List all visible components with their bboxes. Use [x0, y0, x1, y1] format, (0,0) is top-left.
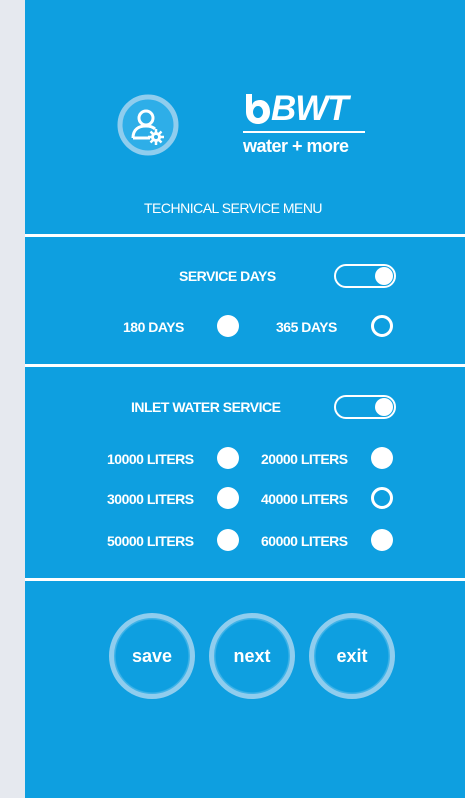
radio-50000-liters[interactable] — [217, 529, 239, 551]
service-panel: BWT water + more TECHNICAL SERVICE MENU … — [25, 0, 465, 798]
logo-tagline: water + more — [243, 136, 349, 156]
logo-underline — [243, 131, 365, 133]
save-button-label: save — [131, 645, 173, 666]
exit-button-label: exit — [336, 645, 368, 666]
bwt-drop-logo-icon — [246, 94, 270, 124]
next-button[interactable]: next — [209, 613, 295, 699]
radio-30000-liters[interactable] — [217, 487, 239, 509]
user-settings-icon[interactable] — [108, 94, 188, 156]
page-title: TECHNICAL SERVICE MENU — [144, 200, 323, 216]
next-button-label: next — [233, 645, 271, 666]
exit-button[interactable]: exit — [309, 613, 395, 699]
radio-180-days[interactable] — [217, 315, 239, 337]
radio-60000-liters[interactable] — [371, 529, 393, 551]
inlet-water-toggle[interactable] — [334, 395, 396, 419]
logo-wordmark: BWT — [271, 89, 349, 128]
option-60000-liters-label: 60000 LITERS — [261, 533, 348, 549]
option-30000-liters-label: 30000 LITERS — [107, 491, 194, 507]
radio-365-days[interactable] — [371, 315, 393, 337]
service-days-label: SERVICE DAYS — [179, 268, 276, 284]
service-days-toggle[interactable] — [334, 264, 396, 288]
option-50000-liters-label: 50000 LITERS — [107, 533, 194, 549]
brand-logo: BWT water + more — [240, 89, 370, 170]
radio-40000-liters[interactable] — [371, 487, 393, 509]
radio-20000-liters[interactable] — [371, 447, 393, 469]
option-365-days-label: 365 DAYS — [276, 319, 337, 335]
toggle-knob — [375, 267, 393, 285]
option-20000-liters-label: 20000 LITERS — [261, 451, 348, 467]
option-40000-liters-label: 40000 LITERS — [261, 491, 348, 507]
radio-10000-liters[interactable] — [217, 447, 239, 469]
option-180-days-label: 180 DAYS — [123, 319, 184, 335]
save-button[interactable]: save — [109, 613, 195, 699]
divider-2 — [25, 364, 465, 367]
divider-3 — [25, 578, 465, 581]
option-10000-liters-label: 10000 LITERS — [107, 451, 194, 467]
toggle-knob — [375, 398, 393, 416]
inlet-water-label: INLET WATER SERVICE — [131, 399, 281, 415]
divider-1 — [25, 234, 465, 237]
